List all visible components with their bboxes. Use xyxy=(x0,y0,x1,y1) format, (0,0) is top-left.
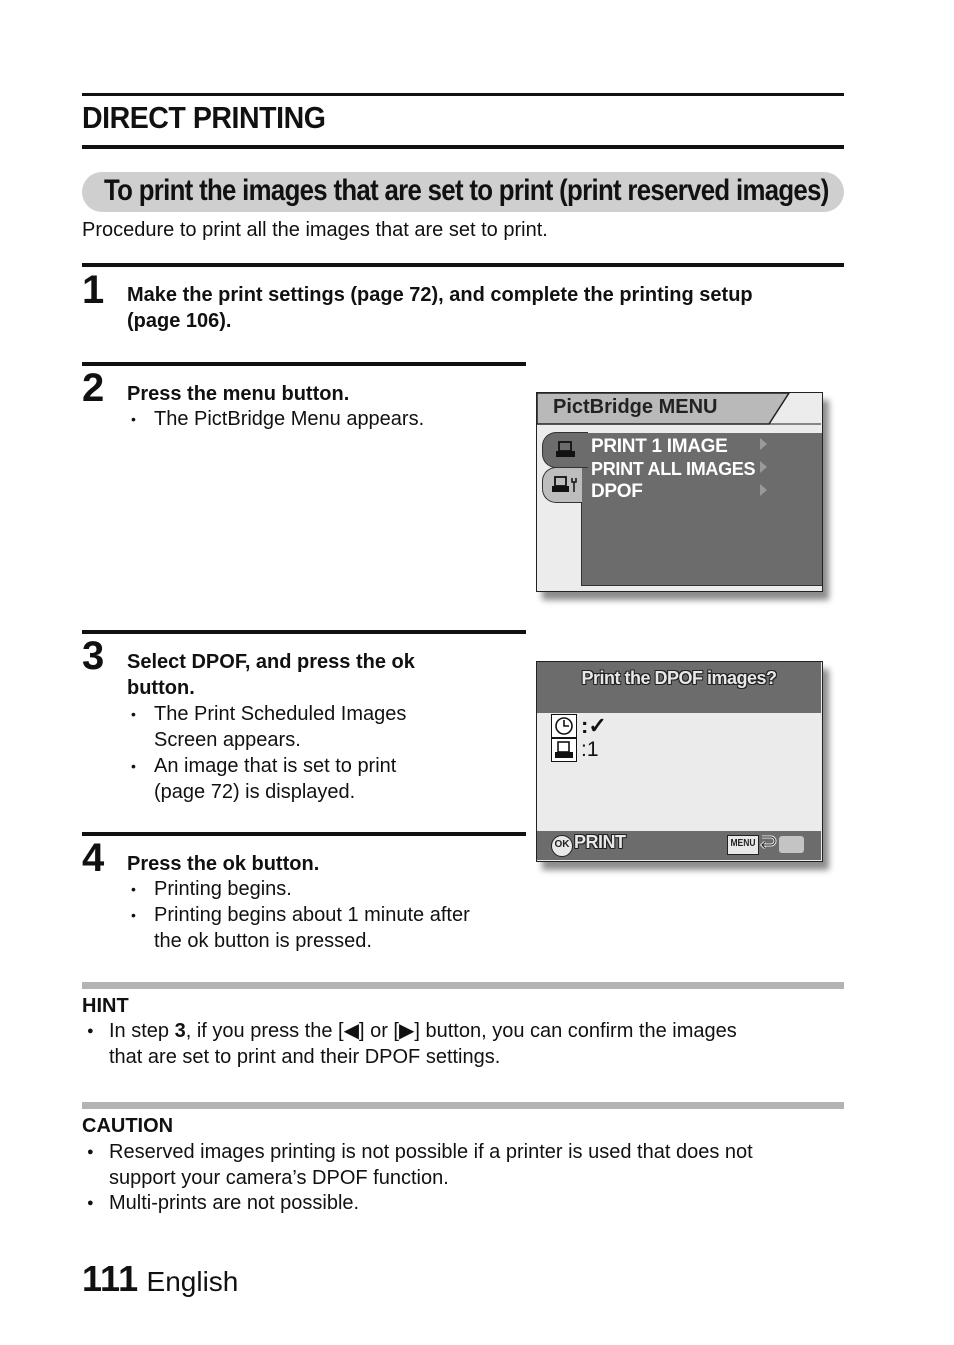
caution-title: CAUTION xyxy=(82,1115,174,1137)
hint-text: , if you press the [◀] or [▶] button, yo… xyxy=(185,1020,737,1042)
step-1-number: 1 xyxy=(82,268,105,312)
step-1-title-line2: (page 106). xyxy=(127,310,232,332)
subsection-title: To print the images that are set to prin… xyxy=(104,174,829,207)
step-3-bullets: The Print Scheduled Images Screen appear… xyxy=(131,701,406,805)
hint-list: In step 3, if you press the [◀] or [▶] b… xyxy=(87,1019,737,1070)
chevron-right-icon xyxy=(760,484,767,496)
step-3-rule xyxy=(82,630,526,634)
print-label[interactable]: PRINT xyxy=(574,832,626,853)
menu-item-dpof[interactable]: DPOF xyxy=(591,481,643,503)
page-footer: 111 English xyxy=(82,1258,238,1300)
hint-text: that are set to print and their DPOF set… xyxy=(109,1045,501,1068)
chevron-right-icon xyxy=(760,461,767,473)
hint-step-ref: 3 xyxy=(174,1020,186,1042)
step-4-rule xyxy=(82,832,526,836)
top-rule xyxy=(82,93,844,96)
caution-item: Multi-prints are not possible. xyxy=(87,1191,753,1217)
step-3-bullet: An image that is set to print xyxy=(131,753,406,779)
step-4-bullet-cont: the ok button is pressed. xyxy=(154,930,372,952)
menu-title-bar: PictBridge MENU xyxy=(537,393,821,425)
menu-title: PictBridge MENU xyxy=(553,396,718,418)
section-title: DIRECT PRINTING xyxy=(82,100,326,135)
hint-bar xyxy=(82,982,844,989)
ok-button[interactable]: OK xyxy=(551,835,573,857)
caution-text: support your camera’s DPOF function. xyxy=(109,1166,449,1189)
caution-text: Multi-prints are not possible. xyxy=(109,1192,360,1214)
menu-tab-settings[interactable] xyxy=(542,467,582,503)
printer-icon xyxy=(551,738,577,762)
step-2-number: 2 xyxy=(82,366,105,410)
step-3-bullet: The Print Scheduled Images xyxy=(131,701,406,727)
clock-icon xyxy=(551,714,577,738)
step-1-title-line1: Make the print settings (page 72), and c… xyxy=(127,284,753,306)
step-1-rule xyxy=(82,263,844,267)
step-3-bullet-cont: (page 72) is displayed. xyxy=(154,781,356,803)
ok-label: OK xyxy=(554,839,570,850)
step-4-number: 4 xyxy=(82,836,105,880)
step-3-title: Select DPOF, and press the ok button. xyxy=(127,649,415,701)
chevron-right-icon xyxy=(760,438,767,450)
step-4-bullet: Printing begins about 1 minute after xyxy=(131,902,470,928)
step-4-bullets: Printing begins. Printing begins about 1… xyxy=(131,876,470,954)
page-number: 111 xyxy=(82,1258,139,1299)
caution-list: Reserved images printing is not possible… xyxy=(87,1140,753,1217)
caution-bar xyxy=(82,1102,844,1109)
shutter-button-icon xyxy=(779,836,804,853)
step-2-title: Press the menu button. xyxy=(127,383,350,405)
dpof-date-value: :✓ xyxy=(581,713,607,738)
menu-label: MENU xyxy=(730,838,756,849)
step-3-bullet-cont: Screen appears. xyxy=(154,729,301,751)
dpof-title: Print the DPOF images? xyxy=(581,668,777,688)
step-4-title: Press the ok button. xyxy=(127,853,320,875)
step-3-title-line2: button. xyxy=(127,677,195,699)
dpof-copies-value: :1 xyxy=(581,738,599,761)
step-3-number: 3 xyxy=(82,634,105,678)
hint-title: HINT xyxy=(82,995,129,1017)
step-3-title-line1: Select DPOF, and press the ok xyxy=(127,651,415,673)
title-underline xyxy=(82,145,844,149)
intro-text: Procedure to print all the images that a… xyxy=(82,219,548,241)
hint-item: In step 3, if you press the [◀] or [▶] b… xyxy=(87,1019,737,1070)
page-language: English xyxy=(146,1266,239,1297)
step-2-bullets: The PictBridge Menu appears. xyxy=(131,406,424,432)
return-icon xyxy=(759,835,777,850)
caution-text: Reserved images printing is not possible… xyxy=(109,1141,753,1163)
menu-button[interactable]: MENU xyxy=(727,835,759,855)
hint-text: In step xyxy=(109,1020,175,1042)
printer-settings-icon xyxy=(552,476,577,492)
step-1-title: Make the print settings (page 72), and c… xyxy=(127,282,753,334)
menu-item-print-all-images[interactable]: PRINT ALL IMAGES xyxy=(591,459,756,480)
menu-item-print-1-image[interactable]: PRINT 1 IMAGE xyxy=(591,436,728,458)
printer-icon xyxy=(556,441,575,457)
menu-tab-print[interactable] xyxy=(542,432,588,468)
step-4-bullet: Printing begins. xyxy=(131,876,470,902)
step-2-rule xyxy=(82,362,526,366)
caution-item: Reserved images printing is not possible… xyxy=(87,1140,753,1191)
step-2-bullet: The PictBridge Menu appears. xyxy=(131,406,424,432)
